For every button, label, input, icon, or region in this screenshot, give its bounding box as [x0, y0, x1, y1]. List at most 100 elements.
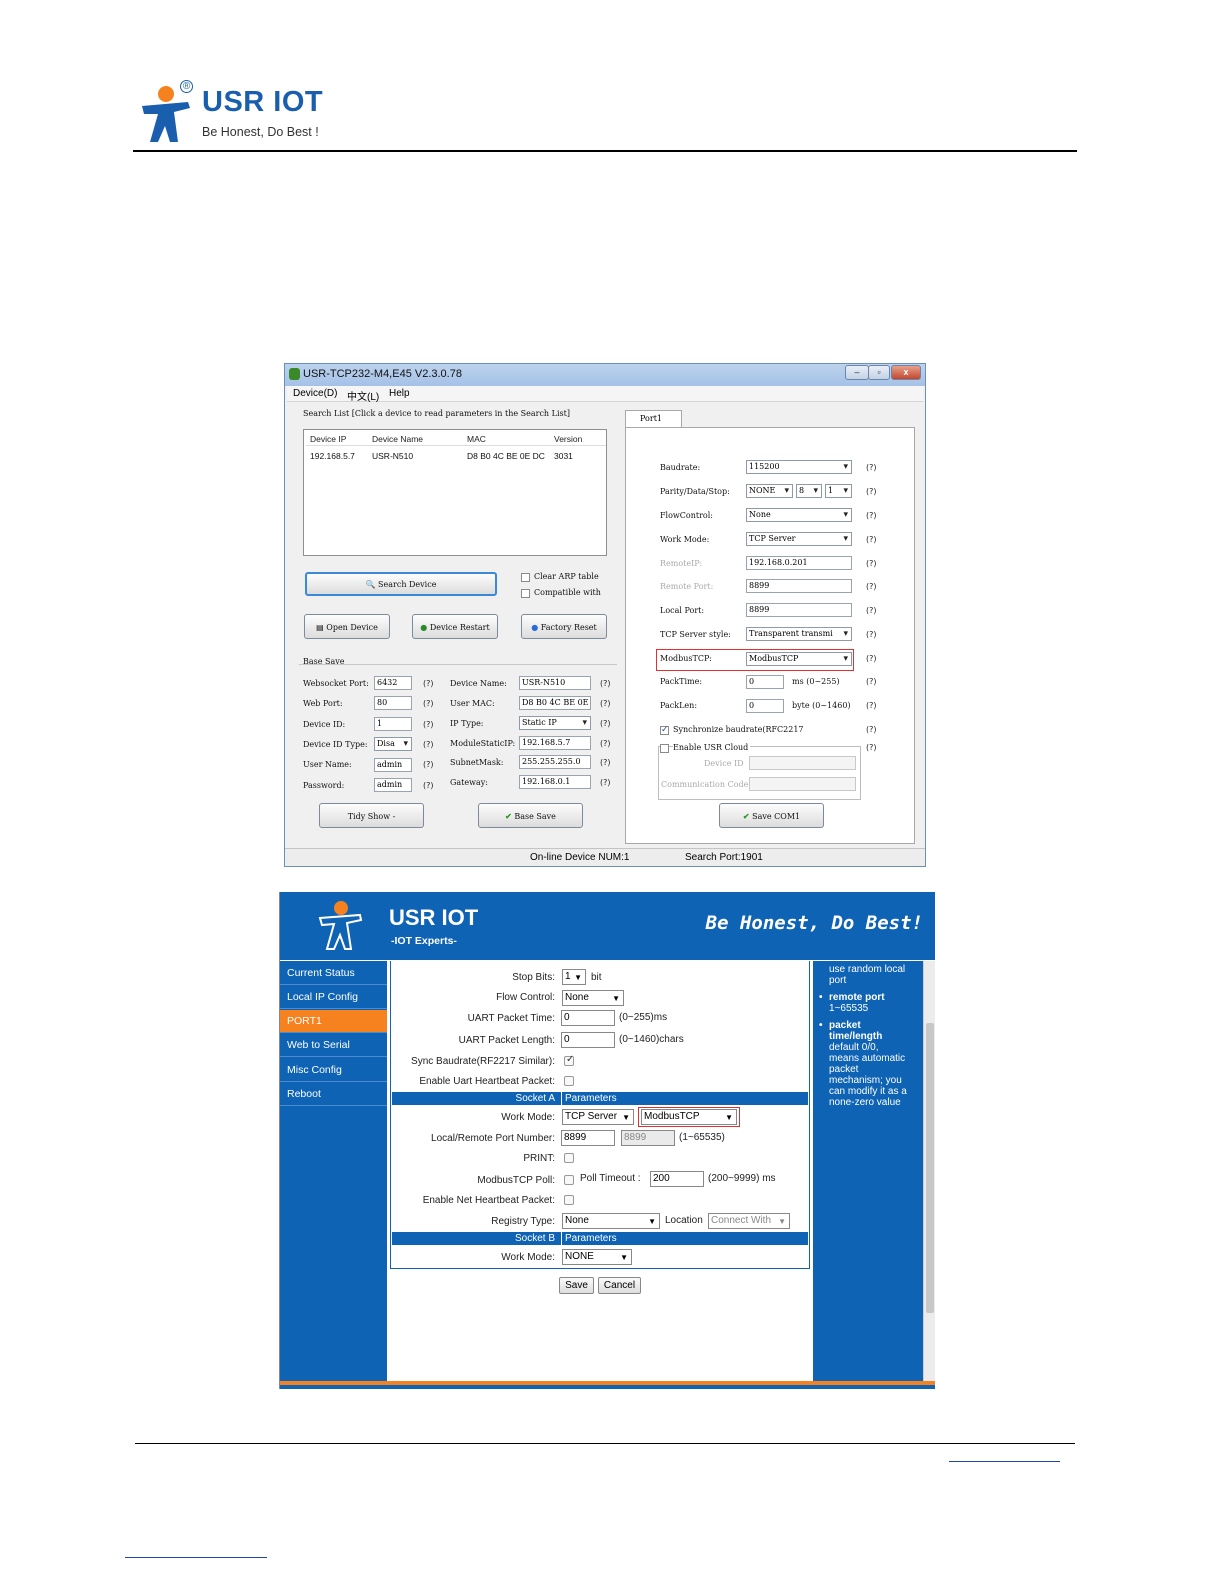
packtime-input[interactable]: 0: [746, 675, 784, 689]
modbus-poll-checkbox[interactable]: [564, 1175, 574, 1185]
location-select[interactable]: Connect With: [708, 1213, 790, 1229]
sync-baud-checkbox[interactable]: [660, 724, 669, 735]
baudrate-select[interactable]: 115200: [746, 460, 852, 474]
footer-link-underline[interactable]: [125, 1557, 267, 1558]
nav-port1[interactable]: PORT1: [280, 1010, 387, 1033]
sync-baud-checkbox[interactable]: [564, 1054, 574, 1066]
nav-reboot[interactable]: Reboot: [280, 1083, 387, 1106]
help-q[interactable]: (?): [423, 740, 434, 749]
work-mode-b-select[interactable]: NONE: [562, 1249, 632, 1265]
help-q[interactable]: (?): [866, 582, 877, 591]
base-save-button[interactable]: ✔ Base Save: [478, 803, 583, 828]
row-device-ip[interactable]: 192.168.5.7: [310, 451, 355, 461]
module-ip-input[interactable]: 192.168.5.7: [519, 736, 591, 750]
row-version[interactable]: 3031: [554, 451, 573, 461]
websocket-port-input[interactable]: 6432: [374, 676, 412, 690]
print-checkbox[interactable]: [564, 1153, 574, 1163]
device-id-input[interactable]: 1: [374, 717, 412, 731]
help-q[interactable]: (?): [866, 463, 877, 472]
help-q[interactable]: (?): [866, 677, 877, 686]
help-q[interactable]: (?): [423, 781, 434, 790]
stop-bits-select[interactable]: 1: [562, 969, 586, 985]
web-port-input[interactable]: 80: [374, 696, 412, 710]
stop-bits-select[interactable]: 1: [825, 484, 852, 498]
open-device-button[interactable]: ▤ Open Device: [304, 614, 390, 639]
device-name-input[interactable]: USR-N510: [519, 676, 591, 690]
remote-port-input[interactable]: 8899: [746, 579, 852, 593]
clear-arp-checkbox[interactable]: [521, 573, 530, 582]
help-q[interactable]: (?): [866, 559, 877, 568]
save-button[interactable]: Save: [559, 1277, 594, 1294]
help-q[interactable]: (?): [423, 760, 434, 769]
nav-local-ip-config[interactable]: Local IP Config: [280, 986, 387, 1009]
registry-type-select[interactable]: None: [562, 1213, 660, 1229]
password-input[interactable]: admin: [374, 778, 412, 792]
footer-link-underline[interactable]: [949, 1461, 1060, 1462]
remote-port-input[interactable]: 8899: [621, 1130, 675, 1146]
gateway-input[interactable]: 192.168.0.1: [519, 775, 591, 789]
modbus-select[interactable]: ModbusTCP: [746, 652, 852, 666]
help-q[interactable]: (?): [866, 511, 877, 520]
cloud-comm-code-input[interactable]: [749, 777, 856, 791]
uart-len-input[interactable]: 0: [561, 1032, 615, 1048]
help-q[interactable]: (?): [866, 654, 877, 663]
work-mode-select[interactable]: TCP Server: [562, 1109, 634, 1125]
maximize-button[interactable]: ▫: [868, 365, 890, 380]
help-q[interactable]: (?): [600, 739, 611, 748]
save-com-button[interactable]: ✔ Save COM1: [719, 803, 824, 828]
nav-current-status[interactable]: Current Status: [280, 962, 387, 985]
flow-select[interactable]: None: [746, 508, 852, 522]
factory-reset-button[interactable]: ● Factory Reset: [521, 614, 607, 639]
help-q[interactable]: (?): [423, 720, 434, 729]
uart-heartbeat-checkbox[interactable]: [564, 1076, 574, 1086]
work-mode-select[interactable]: TCP Server: [746, 532, 852, 546]
help-q[interactable]: (?): [866, 487, 877, 496]
help-q[interactable]: (?): [423, 699, 434, 708]
subnet-input[interactable]: 255.255.255.0: [519, 755, 591, 769]
close-button[interactable]: x: [891, 365, 921, 380]
minimize-button[interactable]: –: [845, 365, 869, 380]
remote-ip-input[interactable]: 192.168.0.201: [746, 556, 852, 570]
device-restart-button[interactable]: ● Device Restart: [412, 614, 498, 639]
menu-device[interactable]: Device(D): [293, 388, 337, 399]
scroll-thumb[interactable]: [926, 1023, 934, 1313]
parity-select[interactable]: NONE: [746, 484, 793, 498]
device-list[interactable]: Device IP Device Name MAC Version 192.16…: [303, 429, 607, 556]
local-port-input[interactable]: 8899: [561, 1130, 615, 1146]
nav-web-to-serial[interactable]: Web to Serial: [280, 1034, 387, 1057]
ip-type-select[interactable]: Static IP: [519, 716, 591, 730]
search-device-button[interactable]: 🔍 Search Device: [305, 572, 497, 596]
uart-time-input[interactable]: 0: [561, 1010, 615, 1026]
help-q[interactable]: (?): [600, 699, 611, 708]
help-q[interactable]: (?): [600, 679, 611, 688]
tcp-style-select[interactable]: Transparent transmi: [746, 627, 852, 641]
compatible-checkbox[interactable]: [521, 589, 530, 598]
cancel-button[interactable]: Cancel: [598, 1277, 641, 1294]
help-q[interactable]: (?): [866, 535, 877, 544]
tab-port1[interactable]: Port1: [625, 410, 682, 428]
menu-language[interactable]: 中文(L): [347, 388, 379, 403]
help-q[interactable]: (?): [866, 701, 877, 710]
help-q[interactable]: (?): [423, 679, 434, 688]
help-q[interactable]: (?): [866, 743, 877, 752]
help-q[interactable]: (?): [866, 606, 877, 615]
row-device-name[interactable]: USR-N510: [372, 451, 413, 461]
help-q[interactable]: (?): [600, 778, 611, 787]
help-q[interactable]: (?): [600, 758, 611, 767]
cloud-device-id-input[interactable]: [749, 756, 856, 770]
tidy-show-button[interactable]: Tidy Show -: [319, 803, 424, 828]
user-name-input[interactable]: admin: [374, 758, 412, 772]
net-heartbeat-checkbox[interactable]: [564, 1195, 574, 1205]
nav-misc-config[interactable]: Misc Config: [280, 1059, 387, 1082]
packlen-input[interactable]: 0: [746, 699, 784, 713]
poll-timeout-input[interactable]: 200: [650, 1171, 704, 1187]
help-scrollbar[interactable]: [923, 961, 935, 1381]
data-bits-select[interactable]: 8: [796, 484, 822, 498]
modbus-select[interactable]: ModbusTCP: [641, 1109, 737, 1125]
local-port-input[interactable]: 8899: [746, 603, 852, 617]
help-q[interactable]: (?): [866, 630, 877, 639]
user-mac-input[interactable]: D8 B0 4C BE 0E: [519, 696, 591, 710]
flow-control-select[interactable]: None: [562, 990, 624, 1006]
help-q[interactable]: (?): [866, 725, 877, 734]
row-mac[interactable]: D8 B0 4C BE 0E DC: [467, 451, 545, 461]
